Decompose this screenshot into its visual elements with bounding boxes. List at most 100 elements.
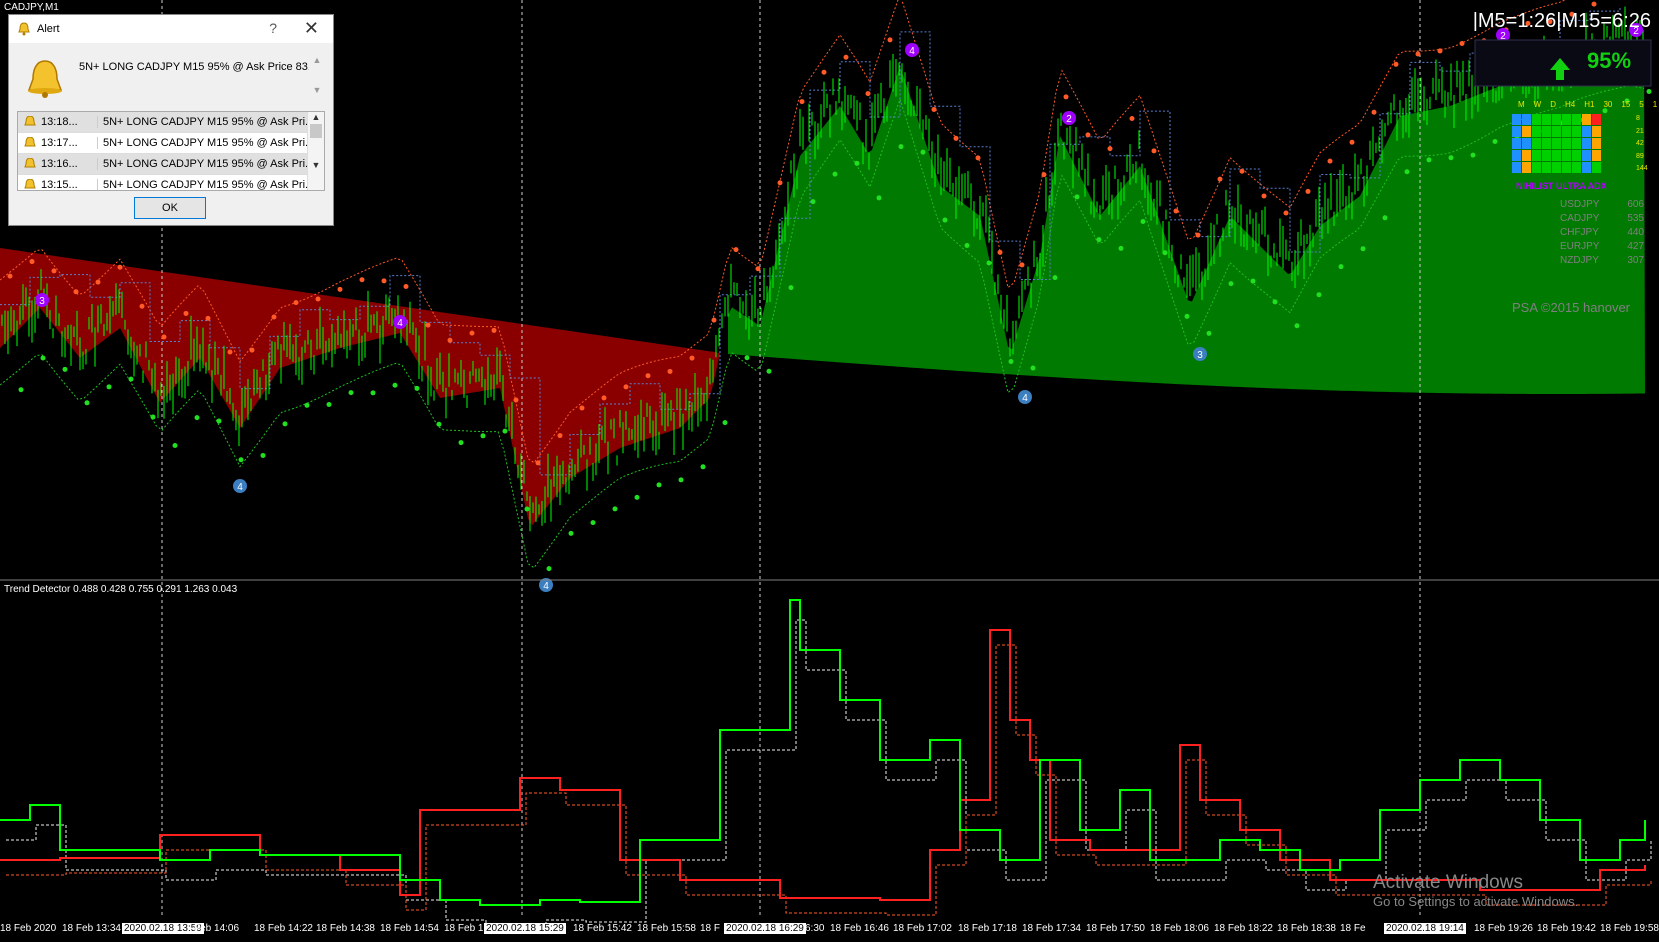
resistance-dot	[1437, 48, 1443, 54]
support-dot	[414, 385, 420, 391]
resistance-dot	[447, 337, 453, 343]
pair-row: CHFJPY 440	[1560, 227, 1644, 238]
resistance-dot	[1305, 188, 1311, 194]
alert-history-list[interactable]: 13:18... 5N+ LONG CADJPY M15 95% @ Ask Pr…	[17, 111, 325, 191]
support-dot	[1492, 139, 1498, 145]
resistance-dot	[491, 327, 497, 333]
resistance-dot	[667, 368, 673, 374]
resistance-dot	[293, 300, 299, 306]
heatmap-cell	[1582, 150, 1591, 161]
list-item[interactable]: 13:16... 5N+ LONG CADJPY M15 95% @ Ask Pr…	[18, 154, 324, 175]
support-dot	[392, 382, 398, 388]
heatmap-cell	[1582, 162, 1591, 173]
resistance-dot	[1107, 146, 1113, 152]
resistance-dot	[513, 397, 519, 403]
period-label: 144	[1636, 165, 1648, 172]
heatmap-cell	[1542, 150, 1551, 161]
support-dot	[986, 260, 992, 266]
support-dot	[260, 452, 266, 458]
heatmap-cell	[1592, 114, 1601, 125]
list-item[interactable]: 13:18... 5N+ LONG CADJPY M15 95% @ Ask Pr…	[18, 112, 324, 133]
bell-icon	[18, 22, 30, 36]
heatmap-cell	[1552, 150, 1561, 161]
dashboard-name: NIHILIST ULTRA ADX	[1516, 181, 1607, 191]
time-axis-label: 18 Feb 17:02	[893, 923, 952, 934]
support-dot	[1448, 155, 1454, 161]
support-dot	[1118, 245, 1124, 251]
resistance-dot	[535, 460, 541, 466]
heatmap-cell	[1592, 126, 1601, 137]
resistance-dot	[1063, 94, 1069, 100]
heatmap-cell	[1582, 114, 1591, 125]
resistance-dot	[887, 37, 893, 43]
list-item[interactable]: 13:17... 5N+ LONG CADJPY M15 95% @ Ask Pr…	[18, 133, 324, 154]
support-dot	[458, 440, 464, 446]
list-scrollbar[interactable]: ▲ ▼	[307, 112, 324, 190]
alert-titlebar[interactable]: Alert ? ✕	[9, 15, 333, 43]
resistance-dot	[777, 180, 783, 186]
windows-activation-notice: Activate Windows Go to Settings to activ…	[1373, 872, 1579, 909]
support-dot	[568, 530, 574, 536]
resistance-dot	[1591, 1, 1597, 7]
support-dot	[1338, 264, 1344, 270]
heatmap-cell	[1572, 114, 1581, 125]
pair-row: CADJPY 535	[1560, 213, 1644, 224]
bell-icon	[24, 158, 36, 168]
message-scroll[interactable]: ▲ ▼	[311, 55, 323, 117]
support-dot	[62, 366, 68, 372]
support-dot	[1316, 292, 1322, 298]
resistance-dot	[73, 289, 79, 295]
support-dot	[18, 387, 24, 393]
time-axis-label: 18 Feb 17:50	[1086, 923, 1145, 934]
resistance-dot	[425, 322, 431, 328]
heatmap-cell	[1552, 114, 1561, 125]
support-dot	[722, 420, 728, 426]
support-dot	[1294, 323, 1300, 329]
pair-strength-list: USDJPY 606 CADJPY 535 CHFJPY 440 EURJPY 427 …	[1560, 198, 1644, 268]
resistance-dot	[227, 349, 233, 355]
close-icon[interactable]: ✕	[304, 18, 319, 39]
timeframe-labels: M W D H4 H1 30 15 5 1	[1518, 100, 1657, 109]
heatmap-cell	[1542, 126, 1551, 137]
period-label: 21	[1636, 127, 1644, 135]
signal-count-text: 3	[39, 296, 45, 307]
time-axis-label: 18 Feb 14:54	[380, 923, 439, 934]
help-icon[interactable]: ?	[269, 20, 277, 36]
support-dot	[370, 390, 376, 396]
time-axis-label: 18 Feb 1	[444, 923, 484, 934]
tf-label: M	[1518, 100, 1525, 109]
tf-label: 1	[1652, 100, 1658, 109]
support-dot	[876, 195, 882, 201]
support-dot	[1184, 313, 1190, 319]
alert-message: 5N+ LONG CADJPY M15 95% @ Ask Price 83.3	[79, 61, 309, 73]
resistance-dot	[1129, 115, 1135, 121]
resistance-dot	[975, 155, 981, 161]
heatmap-cell	[1572, 138, 1581, 149]
support-dot	[656, 482, 662, 488]
time-axis-label: 18 Feb 2020	[0, 923, 57, 934]
list-item[interactable]: 13:15... 5N+ LONG CADJPY M15 95% @ Ask Pr…	[18, 175, 324, 190]
resistance-dot	[931, 106, 937, 112]
support-dot	[524, 506, 530, 512]
resistance-dot	[601, 395, 607, 401]
resistance-dot	[337, 286, 343, 292]
window-title: CADJPY,M1	[4, 2, 59, 13]
time-axis-label: 2020.02.18 13:59	[122, 923, 204, 934]
heatmap-cell	[1532, 114, 1541, 125]
resistance-dot	[1173, 208, 1179, 214]
heatmap-cell	[1552, 138, 1561, 149]
support-dot	[1470, 152, 1476, 158]
tf-label: 30	[1603, 100, 1613, 109]
heatmap-cell	[1572, 126, 1581, 137]
support-dot	[766, 368, 772, 374]
resistance-dot	[1041, 172, 1047, 178]
support-dot	[964, 243, 970, 249]
support-dot	[898, 144, 904, 150]
ok-button[interactable]: OK	[134, 197, 206, 219]
heatmap-cell	[1562, 138, 1571, 149]
resistance-dot	[205, 315, 211, 321]
support-dot	[810, 199, 816, 205]
support-dot	[282, 421, 288, 427]
resistance-dot	[953, 135, 959, 141]
heatmap-cell	[1522, 150, 1531, 161]
